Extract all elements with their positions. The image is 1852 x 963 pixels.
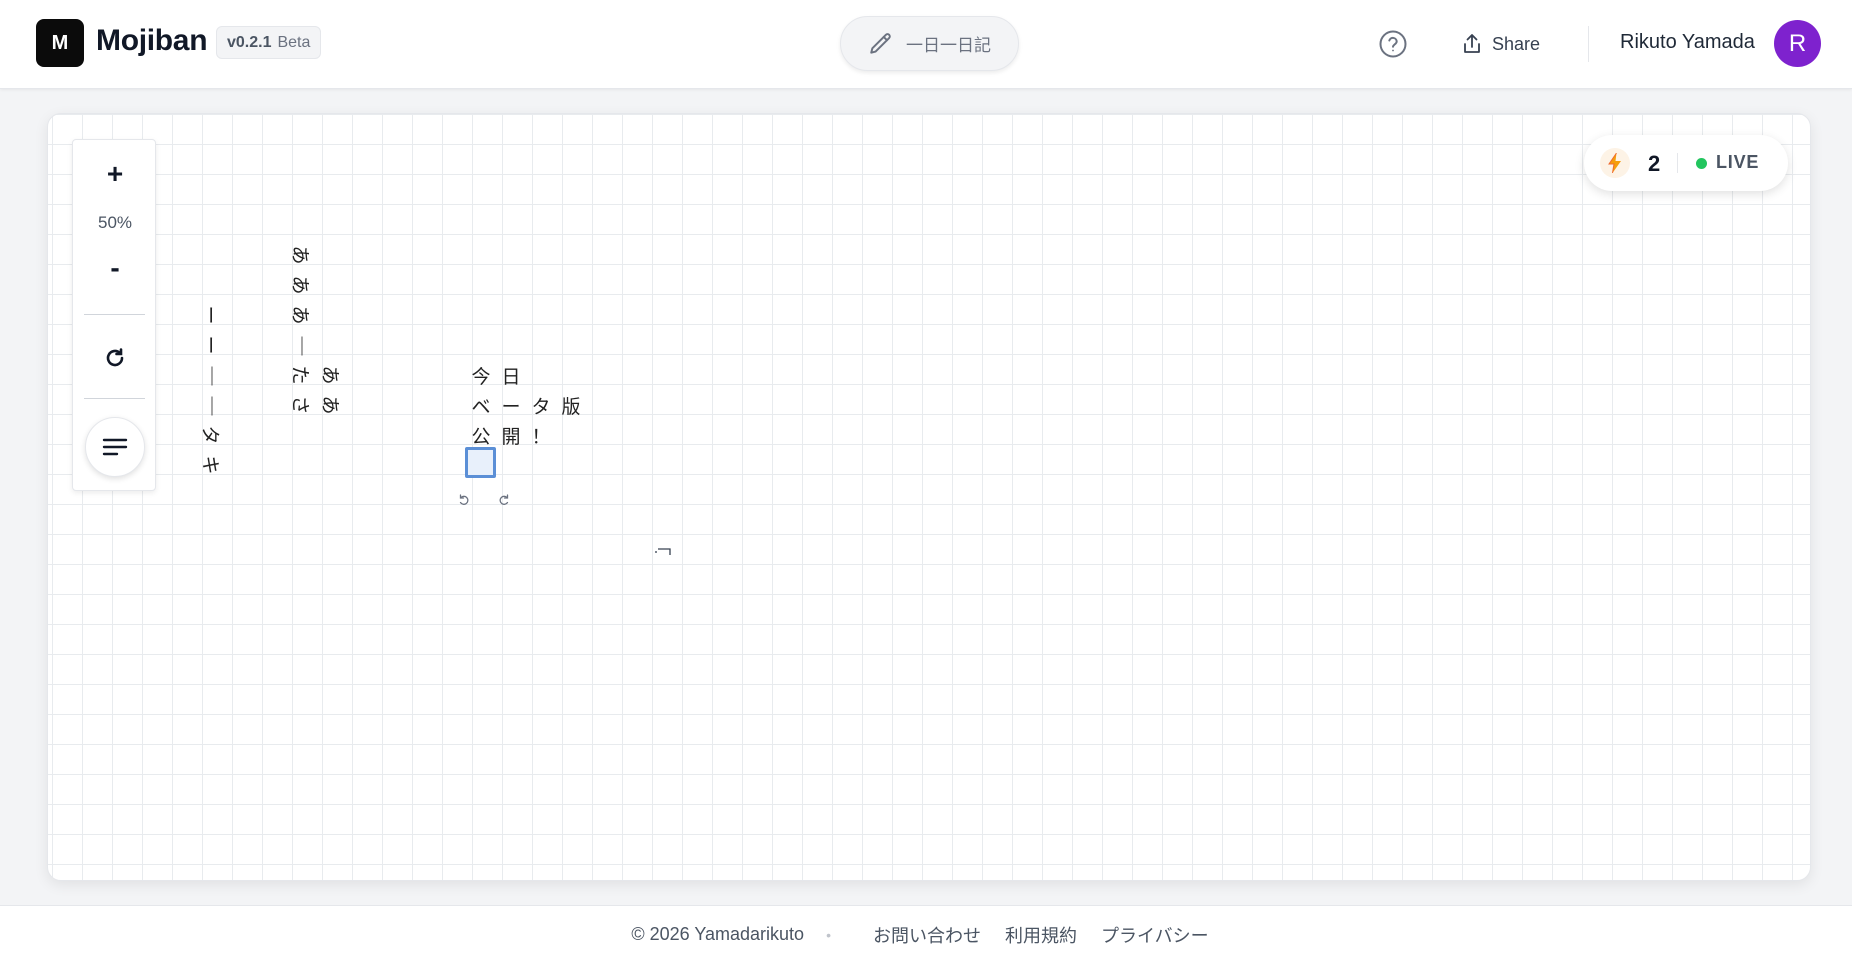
zoom-in-button[interactable]: +: [73, 158, 157, 190]
beta-label: Beta: [277, 33, 311, 51]
grid-char[interactable]: キ: [197, 450, 227, 480]
grid-char[interactable]: あ: [287, 270, 317, 300]
grid-char[interactable]: タ: [197, 420, 227, 450]
grid-char[interactable]: 今: [466, 360, 496, 390]
share-icon: [1464, 34, 1480, 53]
share-label: Share: [1492, 33, 1541, 54]
zoom-out-button[interactable]: -: [73, 252, 157, 284]
share-button[interactable]: Share: [1462, 28, 1540, 60]
reset-icon[interactable]: [100, 343, 130, 373]
live-indicator-dot: [1696, 158, 1707, 169]
copyright: © 2026 Yamadarikuto: [631, 924, 805, 944]
cursor-cell[interactable]: [465, 447, 496, 478]
grid-char[interactable]: あ: [317, 360, 347, 390]
app-header: M Mojiban v0.2.1 Beta 一日一日記 Share Rikuto…: [0, 0, 1852, 89]
menu-button[interactable]: [85, 417, 145, 477]
help-icon[interactable]: [1378, 29, 1408, 59]
zoom-divider: [84, 398, 145, 399]
grid-char[interactable]: ｜: [197, 360, 227, 390]
topic-label: 一日一日記: [906, 36, 991, 55]
grid-char[interactable]: 開: [496, 420, 526, 450]
grid-char[interactable]: あ: [287, 300, 317, 330]
footer-separator: •: [826, 926, 831, 943]
undo-icon[interactable]: [457, 493, 471, 507]
stray-mark: [655, 548, 671, 555]
avatar[interactable]: R: [1774, 20, 1821, 67]
grid-char[interactable]: ｜: [287, 330, 317, 360]
terms-link[interactable]: 利用規約: [1005, 922, 1077, 948]
active-user-count: 2: [1648, 151, 1661, 176]
live-status-panel: 2 LIVE: [1584, 135, 1788, 191]
header-divider: [1588, 26, 1589, 62]
grid-char[interactable]: ー: [197, 330, 227, 360]
live-divider: [1677, 153, 1678, 173]
redo-icon[interactable]: [497, 493, 511, 507]
pencil-icon: [870, 32, 891, 54]
menu-icon: [102, 438, 128, 456]
grid-char[interactable]: タ: [526, 390, 556, 420]
contact-link[interactable]: お問い合わせ: [873, 922, 981, 948]
zoom-level: 50%: [97, 213, 133, 232]
grid-char[interactable]: 公: [466, 420, 496, 450]
app-footer: © 2026 Yamadarikuto • お問い合わせ 利用規約 プライバシー: [0, 905, 1852, 963]
grid-char[interactable]: ベ: [466, 390, 496, 420]
grid-char[interactable]: た: [287, 360, 317, 390]
app-logo[interactable]: M: [36, 19, 84, 67]
grid-char[interactable]: ー: [197, 300, 227, 330]
grid-canvas[interactable]: + 50% - 2 LIVE ー ー ｜ ｜ タ キ あ あ あ ｜ た さ あ…: [47, 113, 1811, 881]
privacy-link[interactable]: プライバシー: [1101, 922, 1209, 948]
grid-char[interactable]: ！: [526, 420, 556, 450]
bolt-icon: [1608, 153, 1621, 173]
user-name: Rikuto Yamada: [1620, 31, 1755, 53]
zoom-divider: [84, 314, 145, 315]
grid-char[interactable]: 版: [556, 390, 586, 420]
topic-pill[interactable]: 一日一日記: [840, 16, 1019, 71]
grid-char[interactable]: ー: [496, 390, 526, 420]
live-label: LIVE: [1716, 152, 1760, 172]
app-brand: Mojiban: [96, 24, 208, 57]
bolt-badge: [1600, 148, 1630, 178]
version-number: v0.2.1: [227, 33, 272, 51]
grid-char[interactable]: さ: [287, 390, 317, 420]
grid-char[interactable]: ｜: [197, 390, 227, 420]
grid-char[interactable]: あ: [317, 390, 347, 420]
zoom-panel: + 50% -: [72, 139, 156, 491]
grid-char[interactable]: 日: [496, 360, 526, 390]
grid-char[interactable]: あ: [287, 240, 317, 270]
version-badge: v0.2.1 Beta: [216, 26, 322, 59]
